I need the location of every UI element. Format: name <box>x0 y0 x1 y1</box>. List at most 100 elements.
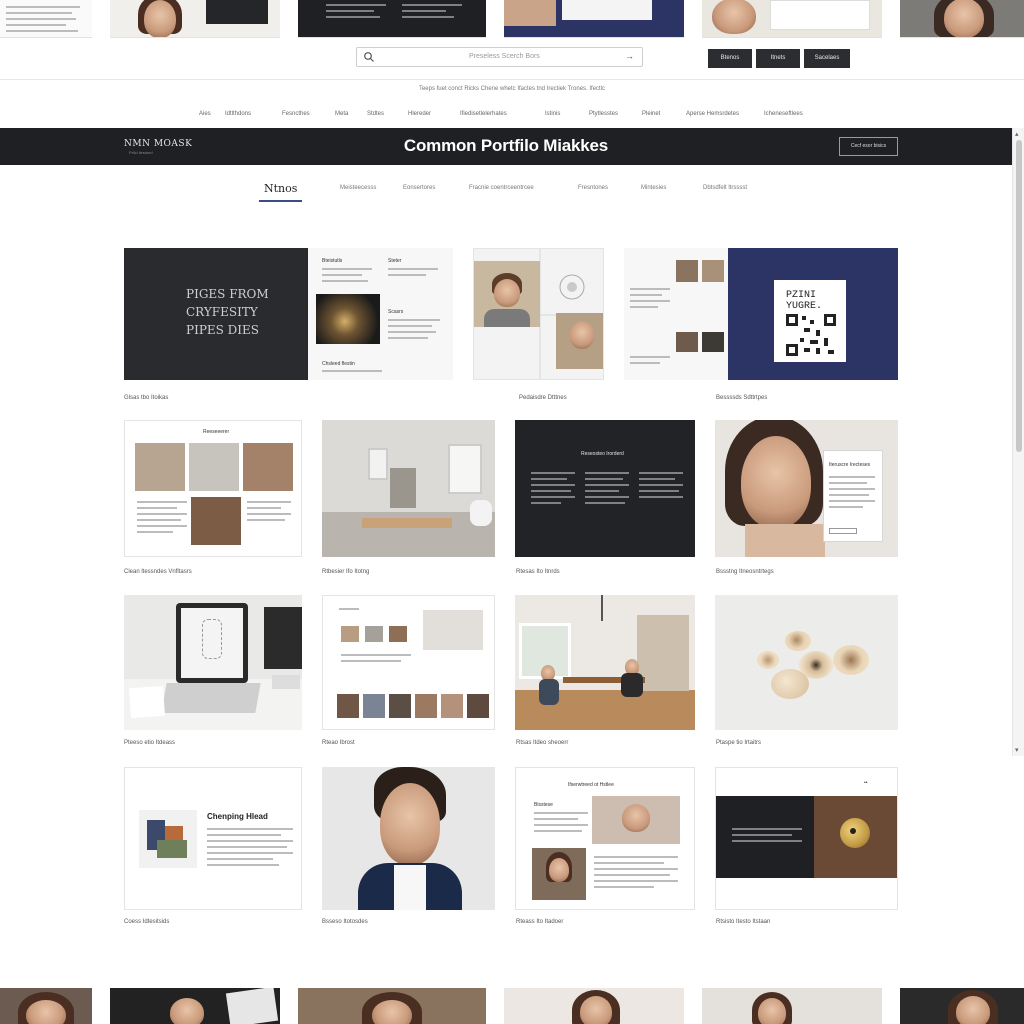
strip-thumb[interactable] <box>900 988 1024 1024</box>
top-nav-item[interactable]: Ifiedisetlelerhates <box>460 111 507 117</box>
card-caption: Clean ltessndes Vnfltasrs <box>124 569 192 575</box>
page-header: NMN MOASK Prllcl ilestoed Common Portfil… <box>0 128 1012 165</box>
card-art-text: PIPES DIES <box>186 323 260 337</box>
card-photo <box>135 443 185 491</box>
portfolio-card[interactable]: Ifserwtreed ot Hstlee Blsstese <box>515 767 695 910</box>
divider <box>0 79 1024 80</box>
card-heading: Iteruscre Irecteses <box>829 462 871 468</box>
top-nav-item[interactable]: Ptytlesstes <box>589 111 618 117</box>
card-caption: Rteao Ibrost <box>322 740 355 746</box>
portfolio-card[interactable]: •• <box>715 767 898 910</box>
top-nav-item[interactable]: Meta <box>335 111 348 117</box>
card-photo <box>415 694 437 718</box>
portfolio-card[interactable]: Chenping Hlead <box>124 767 302 910</box>
portfolio-card[interactable] <box>473 248 604 380</box>
portfolio-card[interactable]: PIGES FROM CRYFESITY PIPES DIES Bteistut… <box>124 248 453 380</box>
toolbar-button-1[interactable]: Btenos <box>708 49 752 68</box>
strip-thumb[interactable] <box>0 988 92 1024</box>
top-nav-item[interactable]: Idtlthdons <box>225 111 251 117</box>
top-nav-item[interactable]: Aperse Hemsrdetes <box>686 111 739 117</box>
card-section-label: Chsleed flestin <box>322 361 355 367</box>
strip-thumb[interactable] <box>504 0 684 38</box>
portfolio-card[interactable] <box>715 595 898 730</box>
strip-thumb[interactable] <box>298 988 486 1024</box>
scrollbar-thumb[interactable] <box>1016 140 1022 452</box>
top-nav-item[interactable]: Istinis <box>545 111 560 117</box>
card-caption: Bessssds Sdttrtpes <box>716 395 768 401</box>
toolbar-button-3[interactable]: Sacelaes <box>804 49 850 68</box>
top-nav-item[interactable]: Hlereder <box>408 111 431 117</box>
card-caption: Rteass Ito Itadoer <box>516 919 564 925</box>
poster-text: PZINI <box>786 290 817 301</box>
search-placeholder: Preseless Scerch Bors <box>469 53 540 60</box>
tab-4[interactable]: Fracnie coentrceentrcee <box>469 185 534 191</box>
portfolio-card[interactable] <box>322 767 495 910</box>
card-photo <box>337 694 359 718</box>
tab-7[interactable]: Dbtsdfelt ltrsssst <box>703 185 747 191</box>
card-photo <box>532 848 586 900</box>
card-photo <box>702 332 724 352</box>
card-photo <box>423 610 483 650</box>
toolbar-button-2[interactable]: Itnets <box>756 49 800 68</box>
top-nav-item[interactable]: Icheneseftlees <box>764 111 803 117</box>
card-section-label: Bteistutls <box>322 258 343 264</box>
card-photo <box>676 332 698 352</box>
card-photo <box>139 810 197 868</box>
header-action-button[interactable]: Cecf esor bisics <box>839 137 898 156</box>
strip-thumb[interactable] <box>702 0 882 38</box>
tab-ntnos[interactable]: Ntnos <box>264 182 297 195</box>
card-photo <box>389 694 411 718</box>
strip-thumb[interactable] <box>504 988 684 1024</box>
portfolio-card[interactable] <box>322 595 495 730</box>
portfolio-card[interactable]: Reeseeerer <box>124 420 302 557</box>
strip-thumb[interactable] <box>900 0 1024 38</box>
card-photo <box>702 260 724 282</box>
scroll-down-icon[interactable]: ▾ <box>1015 746 1019 754</box>
card-caption: Pteeso etio Itdeass <box>124 740 176 746</box>
card-photo <box>592 796 680 844</box>
card-photo <box>389 626 407 642</box>
scroll-up-icon[interactable]: ▴ <box>1015 130 1019 138</box>
tab-5[interactable]: Fresntones <box>578 185 608 191</box>
poster-text: YUGRE. <box>786 301 823 312</box>
scrollbar[interactable]: ▴ ▾ <box>1012 128 1024 756</box>
top-nav-item[interactable]: Pleinet <box>642 111 660 117</box>
card-photo <box>676 260 698 282</box>
strip-thumb[interactable] <box>110 988 280 1024</box>
strip-thumb[interactable] <box>110 0 280 38</box>
strip-thumb[interactable] <box>0 0 92 38</box>
top-nav-item[interactable]: Stdtes <box>367 111 384 117</box>
portfolio-card[interactable] <box>124 595 302 730</box>
card-caption: Ptaspe tio Irtaitrs <box>716 740 762 746</box>
top-thumbnail-strip <box>0 0 1024 38</box>
card-section-label: Scasrs <box>388 309 404 315</box>
top-nav-item[interactable]: Aies <box>199 111 211 117</box>
card-photo <box>341 626 359 642</box>
tab-3[interactable]: Eonsertores <box>403 185 435 191</box>
portfolio-card[interactable]: Reseosteo Irorderd <box>515 420 695 557</box>
card-heading: Reeseeerer <box>203 429 230 435</box>
sub-caption: Teeps fuet conct Ricks Chene whetc Ifact… <box>418 86 606 92</box>
card-art-text: CRYFESITY <box>186 305 258 319</box>
portfolio-card[interactable]: Iteruscre Irecteses <box>715 420 898 557</box>
portfolio-card[interactable]: PZINI YUGRE. <box>624 248 898 380</box>
portfolio-card[interactable] <box>322 420 495 557</box>
card-photo <box>243 443 293 491</box>
portfolio-card[interactable] <box>515 595 695 730</box>
card-photo <box>814 796 897 878</box>
card-caption: Coess Idtesitsids <box>124 919 170 925</box>
card-photo <box>363 694 385 718</box>
bottom-thumbnail-strip <box>0 988 1024 1024</box>
card-photo <box>189 443 239 491</box>
card-subheading: Blsstese <box>534 802 553 808</box>
strip-thumb[interactable] <box>298 0 486 38</box>
card-photo <box>365 626 383 642</box>
tab-6[interactable]: Mintesies <box>641 185 666 191</box>
search-submit-icon[interactable]: → <box>625 51 634 61</box>
card-section-label: Steter <box>388 258 402 264</box>
tab-2[interactable]: Meisteecesss <box>340 185 376 191</box>
strip-thumb[interactable] <box>702 988 882 1024</box>
card-caption: Glsas tbo Itoikas <box>124 395 169 401</box>
search-bar[interactable]: Preseless Scerch Bors → <box>356 47 643 67</box>
top-nav-item[interactable]: Fesncthes <box>282 111 310 117</box>
